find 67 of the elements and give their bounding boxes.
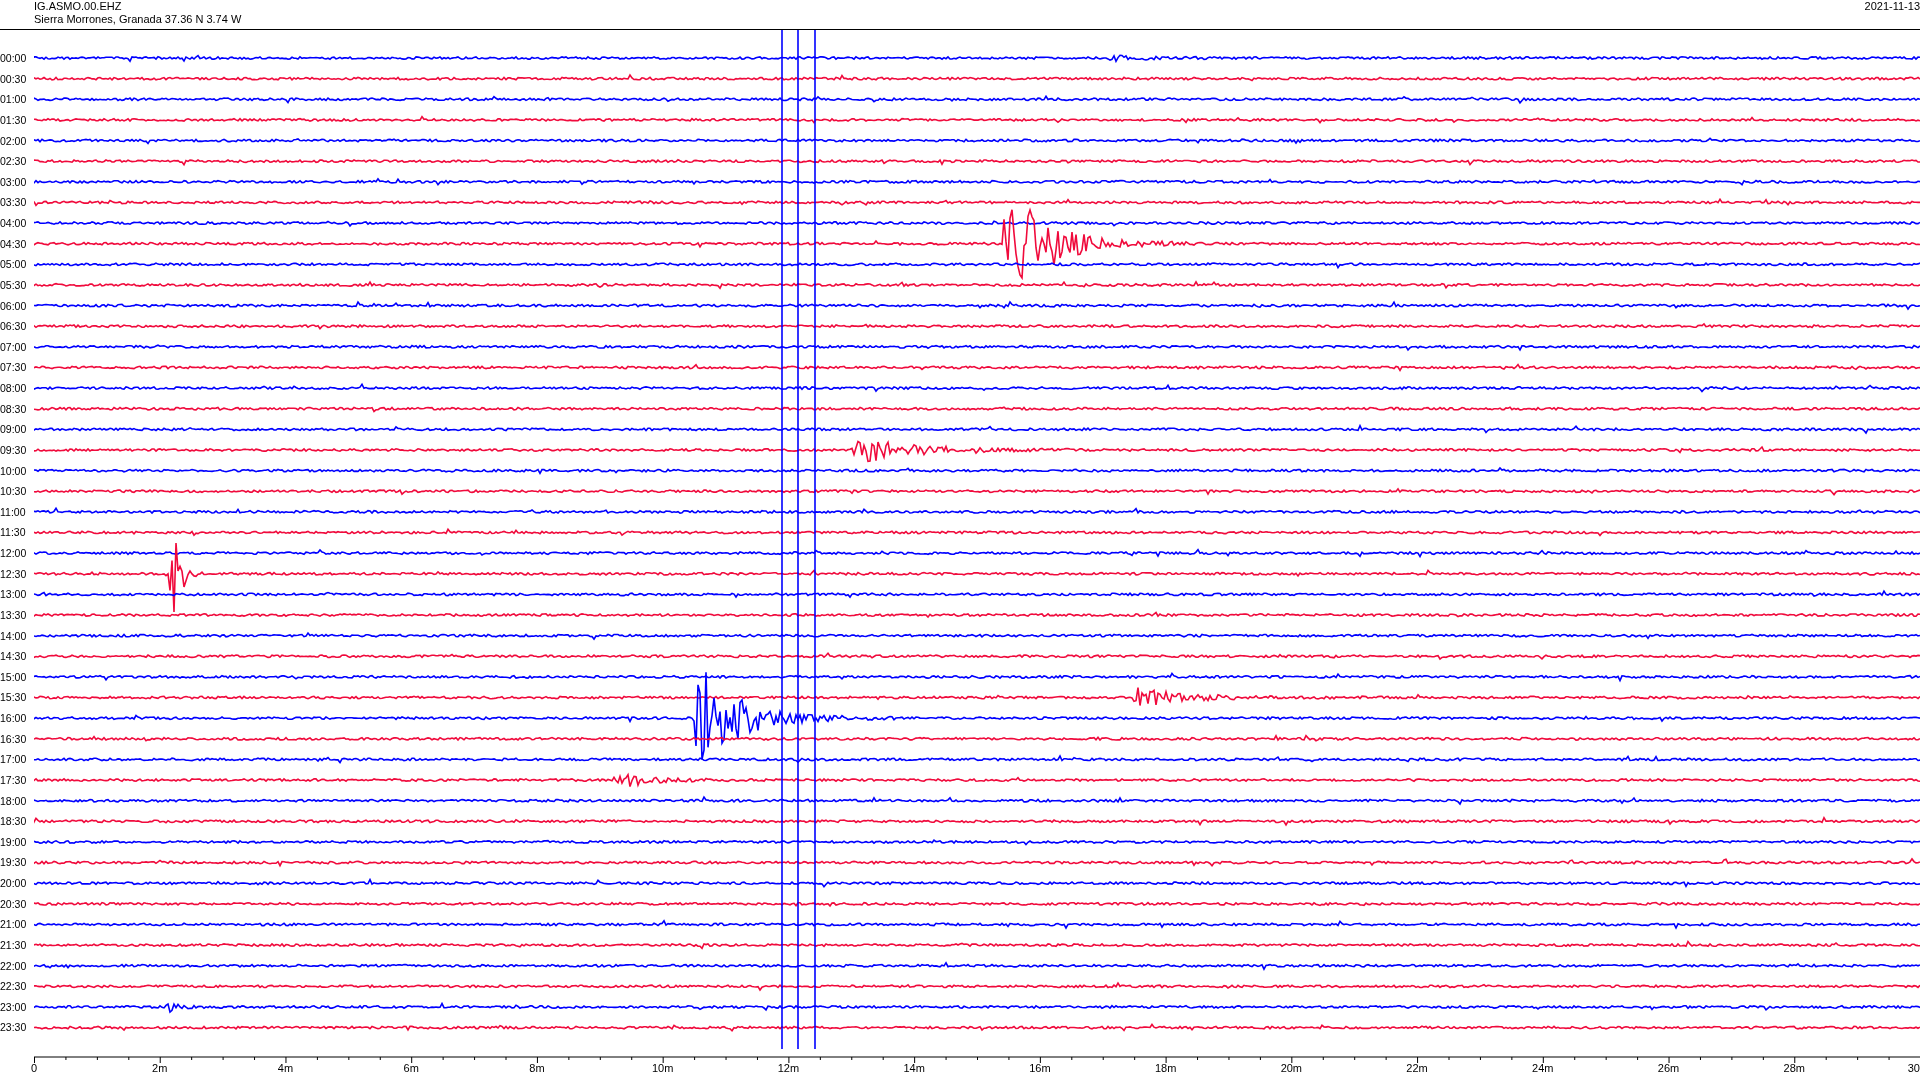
row-time-label: 03:00 bbox=[0, 174, 28, 190]
row-time-label: 22:00 bbox=[0, 958, 28, 974]
row-time-label: 02:00 bbox=[0, 133, 28, 149]
row-time-label: 13:00 bbox=[0, 587, 28, 603]
axis-tick-label: 4m bbox=[277, 1062, 294, 1074]
station-code: IG.ASMO.00.EHZ bbox=[34, 0, 123, 13]
row-time-label: 01:30 bbox=[0, 112, 28, 128]
axis-tick-label: 8m bbox=[529, 1062, 545, 1074]
row-time-label: 17:00 bbox=[0, 752, 28, 768]
row-time-label: 10:30 bbox=[0, 484, 28, 500]
row-time-label: 05:00 bbox=[0, 257, 28, 273]
row-time-label: 14:00 bbox=[0, 628, 28, 644]
axis-tick-label: 12m bbox=[777, 1062, 800, 1074]
axis-tick-label: 2m bbox=[152, 1062, 168, 1074]
row-time-label: 23:00 bbox=[0, 999, 28, 1015]
row-time-label: 21:30 bbox=[0, 937, 28, 953]
row-time-label: 16:30 bbox=[0, 731, 28, 747]
row-time-label: 04:30 bbox=[0, 236, 28, 252]
row-time-label: 15:30 bbox=[0, 690, 28, 706]
row-time-label: 09:00 bbox=[0, 422, 28, 438]
row-time-label: 05:30 bbox=[0, 277, 28, 293]
row-time-label: 17:30 bbox=[0, 772, 28, 788]
row-time-label: 22:30 bbox=[0, 979, 28, 995]
row-time-label: 09:30 bbox=[0, 442, 28, 458]
axis-tick-label: 24m bbox=[1532, 1062, 1554, 1074]
row-time-label: 18:00 bbox=[0, 793, 28, 809]
row-time-label: 00:00 bbox=[0, 51, 28, 66]
axis-tick-label: 18m bbox=[1154, 1062, 1177, 1074]
axis-tick-label: 28m bbox=[1783, 1062, 1805, 1074]
axis-tick-label: 26m bbox=[1657, 1062, 1680, 1074]
row-time-label: 12:00 bbox=[0, 546, 28, 561]
axis-tick-label: 0 bbox=[30, 1062, 38, 1074]
row-time-label: 15:00 bbox=[0, 669, 28, 685]
row-time-label: 16:00 bbox=[0, 711, 28, 726]
axis-tick-label: 30 bbox=[1907, 1062, 1920, 1074]
row-time-label: 18:30 bbox=[0, 814, 28, 830]
row-time-label: 14:30 bbox=[0, 649, 28, 665]
axis-tick-label: 14m bbox=[903, 1062, 925, 1074]
row-time-label: 07:00 bbox=[0, 339, 28, 355]
row-time-label: 03:30 bbox=[0, 195, 28, 211]
row-time-label: 20:30 bbox=[0, 896, 28, 912]
axis-tick-label: 6m bbox=[403, 1062, 419, 1074]
row-time-label: 23:30 bbox=[0, 1020, 28, 1036]
row-time-label: 06:00 bbox=[0, 298, 28, 314]
axis-tick-label: 22m bbox=[1406, 1062, 1428, 1074]
row-time-label: 12:30 bbox=[0, 566, 28, 582]
row-time-label: 00:30 bbox=[0, 71, 28, 87]
row-time-label: 08:00 bbox=[0, 381, 28, 396]
row-time-label: 21:00 bbox=[0, 917, 28, 933]
station-location: Sierra Morrones, Granada 37.36 N 3.74 W bbox=[34, 13, 242, 26]
row-time-label: 19:30 bbox=[0, 855, 28, 871]
row-time-label: 11:00 bbox=[0, 504, 27, 520]
axis-tick-label: 10m bbox=[651, 1062, 674, 1074]
row-time-label: 08:30 bbox=[0, 401, 28, 417]
row-time-label: 10:00 bbox=[0, 463, 28, 479]
date-label: 2021-11-13 bbox=[1864, 0, 1920, 14]
axis-tick-label: 16m bbox=[1029, 1062, 1051, 1074]
row-time-label: 04:00 bbox=[0, 216, 28, 231]
row-time-label: 20:00 bbox=[0, 876, 28, 891]
axis-tick-label: 20m bbox=[1280, 1062, 1303, 1074]
row-time-label: 19:00 bbox=[0, 834, 28, 850]
row-time-label: 02:30 bbox=[0, 154, 28, 170]
row-time-label: 01:00 bbox=[0, 92, 28, 108]
row-time-label: 11:30 bbox=[0, 525, 27, 541]
row-time-label: 07:30 bbox=[0, 360, 28, 376]
row-time-label: 06:30 bbox=[0, 319, 28, 335]
row-time-label: 13:30 bbox=[0, 607, 28, 623]
